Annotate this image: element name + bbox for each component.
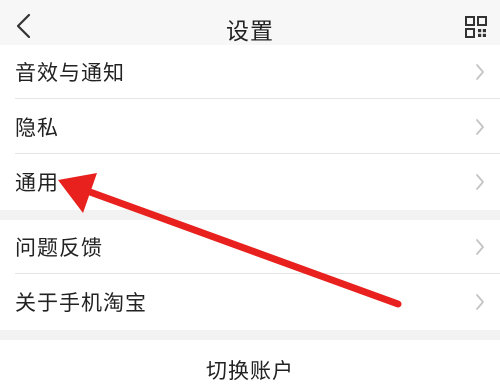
- settings-item-sound-notification[interactable]: 音效与通知: [0, 45, 500, 99]
- settings-item-label: 通用: [15, 171, 59, 195]
- settings-item-privacy[interactable]: 隐私: [0, 99, 500, 154]
- switch-account-label: 切换账户: [206, 359, 294, 383]
- chevron-right-icon: [476, 239, 484, 255]
- settings-item-label: 关于手机淘宝: [15, 291, 147, 315]
- settings-item-feedback[interactable]: 问题反馈: [0, 220, 500, 274]
- settings-item-general[interactable]: 通用: [0, 154, 500, 210]
- settings-item-label: 音效与通知: [15, 61, 125, 85]
- settings-item-label: 隐私: [15, 115, 59, 140]
- chevron-right-icon: [476, 64, 484, 80]
- page-title: 设置: [226, 19, 274, 45]
- settings-item-about[interactable]: 关于手机淘宝: [0, 274, 500, 330]
- grid-menu-icon[interactable]: [464, 15, 488, 39]
- switch-account-button[interactable]: 切换账户: [0, 340, 500, 390]
- settings-group-2: 问题反馈 关于手机淘宝: [0, 220, 500, 330]
- chevron-right-icon: [476, 174, 484, 190]
- settings-group-1: 音效与通知 隐私 通用: [0, 45, 500, 210]
- settings-item-label: 问题反馈: [15, 236, 103, 260]
- chevron-right-icon: [476, 118, 484, 135]
- chevron-right-icon: [476, 294, 484, 310]
